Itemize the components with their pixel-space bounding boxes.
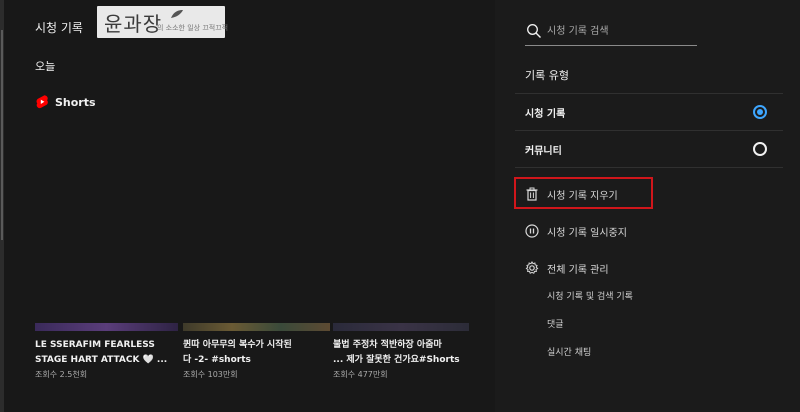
manage-all-history-button[interactable]: 전체 기록 관리 xyxy=(525,258,609,278)
manage-link-live-chat[interactable]: 실시간 채팅 xyxy=(547,345,591,358)
history-search[interactable] xyxy=(525,18,697,46)
manage-link-comments[interactable]: 댓글 xyxy=(547,317,564,330)
pause-circle-icon xyxy=(525,224,539,238)
shorts-label: Shorts xyxy=(55,95,96,109)
option-watch-history[interactable]: 시청 기록 xyxy=(515,94,783,130)
history-sidebar: 기록 유형 시청 기록 커뮤니티 시청 기록 지우기 시청 기록 일시중지 xyxy=(495,0,800,412)
section-date-label: 오늘 xyxy=(35,60,56,73)
watermark-title: 윤과장 xyxy=(104,12,163,36)
leaf-icon xyxy=(171,10,183,18)
divider xyxy=(515,167,783,168)
video-title[interactable]: LE SSERAFIM FEARLESS STAGE HART ATTACK 🤍… xyxy=(35,338,167,368)
option-label: 커뮤니티 xyxy=(525,146,562,157)
search-icon xyxy=(527,24,541,38)
video-title[interactable]: 불법 주정차 적반하장 아줌마 ... 제가 잘못한 건가요#Shorts xyxy=(333,338,460,368)
manage-history-label: 전체 기록 관리 xyxy=(547,264,609,276)
pause-history-button[interactable]: 시청 기록 일시중지 xyxy=(525,221,627,241)
scrollbar-thumb[interactable] xyxy=(1,30,3,240)
video-view-count: 조회수 477만회 xyxy=(333,370,388,379)
video-thumbnail[interactable] xyxy=(183,323,330,331)
shorts-shelf-header[interactable]: Shorts xyxy=(35,94,96,110)
pause-history-label: 시청 기록 일시중지 xyxy=(547,227,627,239)
radio-button-checked[interactable] xyxy=(753,105,767,119)
video-title[interactable]: 퀸따 아무무의 복수가 시작된 다 -2- #shorts xyxy=(183,338,292,368)
search-input[interactable] xyxy=(547,22,695,40)
option-label: 시청 기록 xyxy=(525,109,566,120)
video-thumbnail[interactable] xyxy=(35,323,178,331)
video-view-count: 조회수 103만회 xyxy=(183,370,238,379)
radio-button-unchecked[interactable] xyxy=(753,142,767,156)
watermark-subtitle: 의 소소한 일상 끄적끄적 xyxy=(157,24,229,32)
option-community[interactable]: 커뮤니티 xyxy=(515,131,783,167)
manage-link-watch-search[interactable]: 시청 기록 및 검색 기록 xyxy=(547,289,633,302)
trash-icon xyxy=(526,187,538,201)
video-thumbnail[interactable] xyxy=(333,323,469,331)
history-main: 시청 기록 윤과장 의 소소한 일상 끄적끄적 오늘 Shorts LE SSE… xyxy=(5,0,495,412)
blog-watermark: 윤과장 의 소소한 일상 끄적끄적 xyxy=(97,6,229,38)
clear-history-button[interactable]: 시청 기록 지우기 xyxy=(525,184,618,204)
video-view-count: 조회수 2.5천회 xyxy=(35,370,88,379)
gear-icon xyxy=(525,261,539,274)
filter-heading: 기록 유형 xyxy=(525,69,569,82)
clear-history-label: 시청 기록 지우기 xyxy=(547,190,618,202)
shorts-icon xyxy=(36,95,48,109)
page-scrollbar[interactable] xyxy=(0,0,4,412)
page-title: 시청 기록 xyxy=(35,21,83,35)
